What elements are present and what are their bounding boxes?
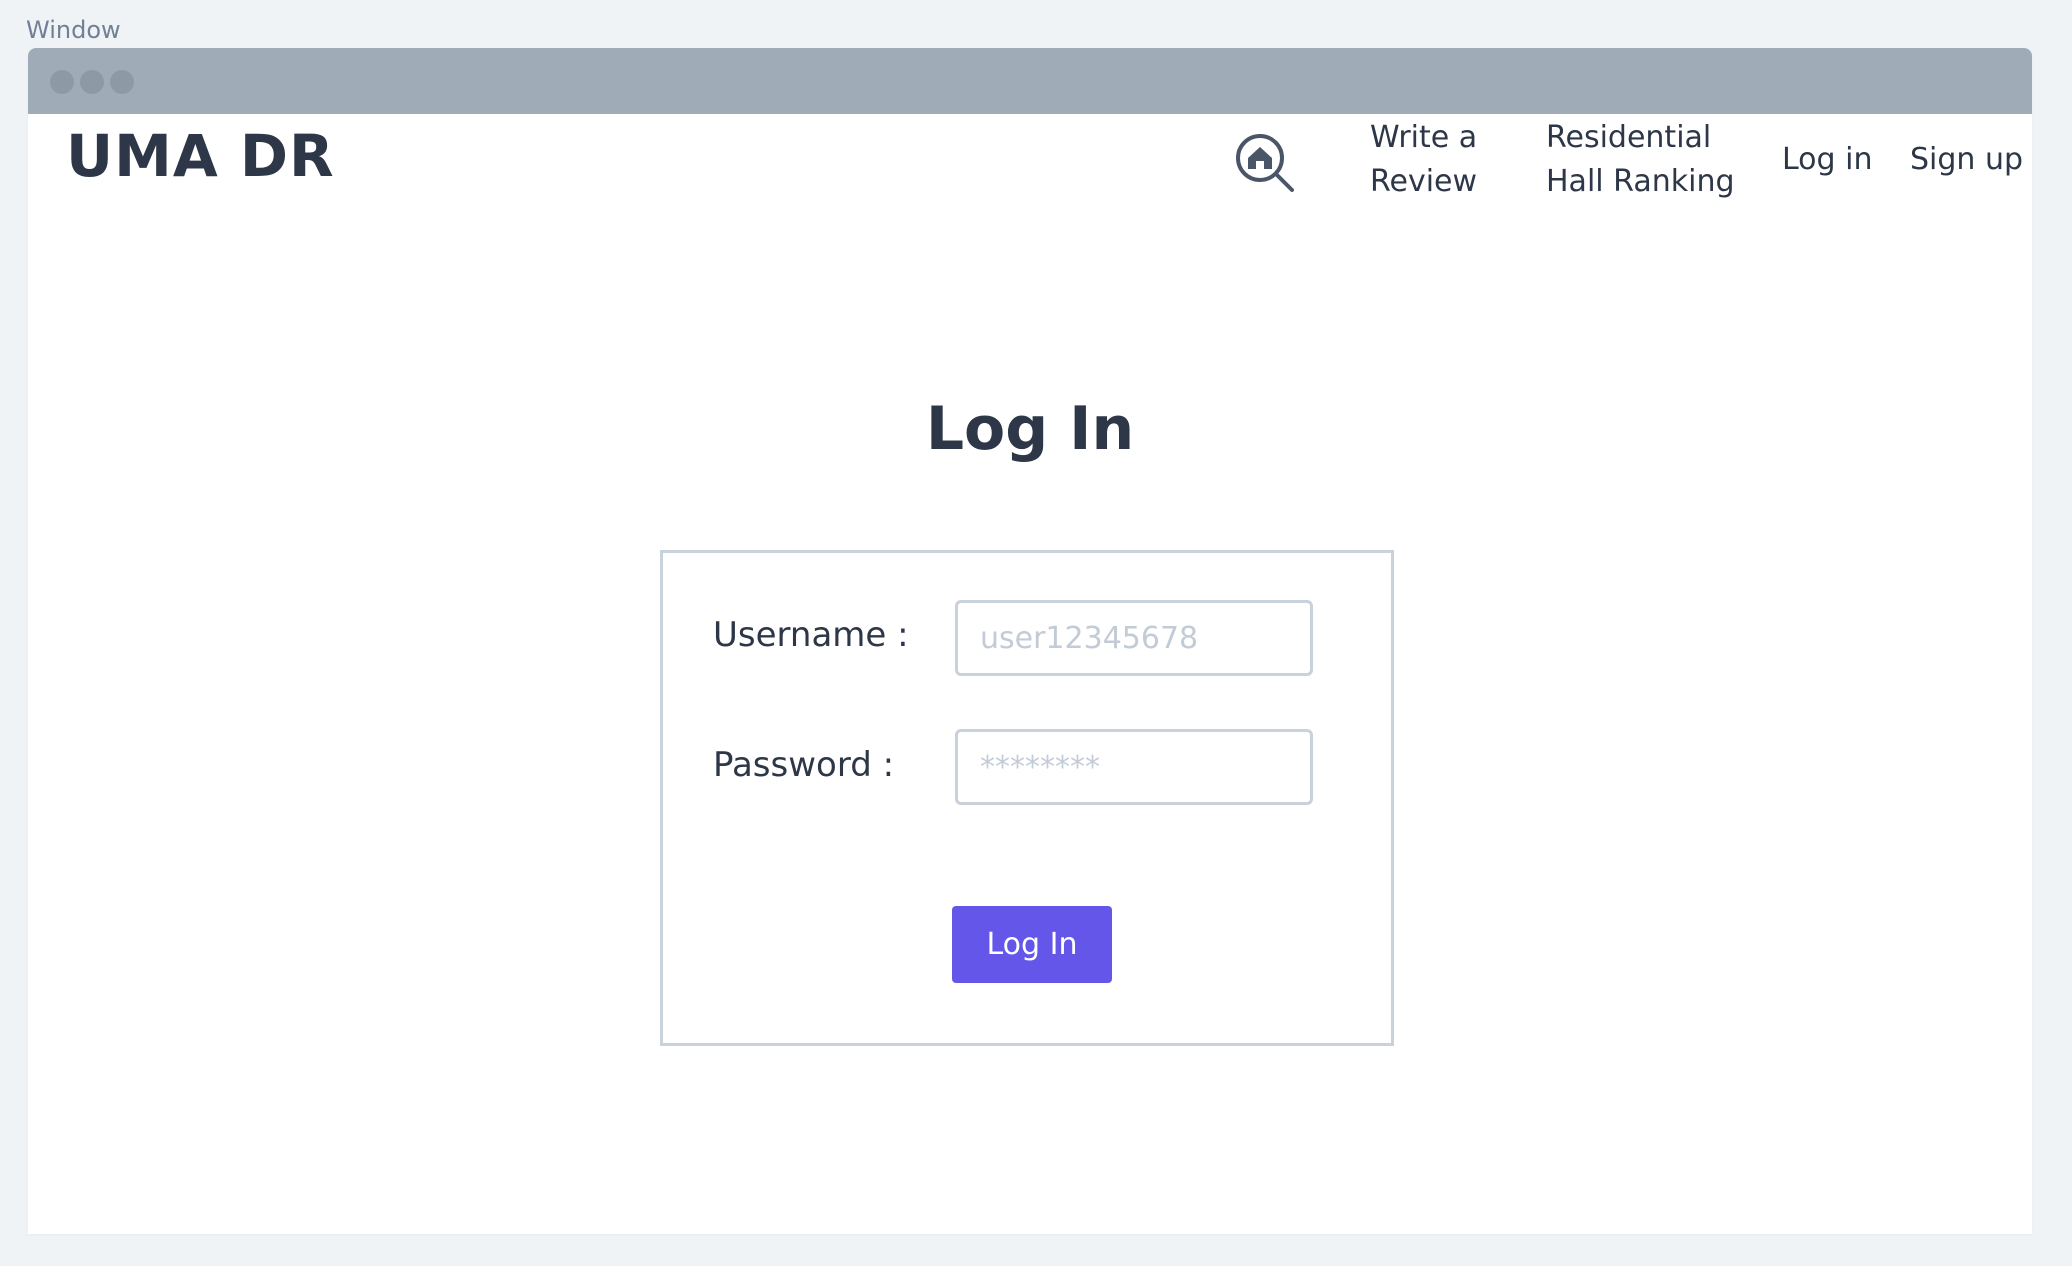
window-titlebar[interactable] (28, 48, 2032, 114)
browser-window: UMA DR Write a Review Residential Hall R… (28, 48, 2032, 1234)
window-control-maximize[interactable] (110, 70, 134, 94)
login-submit-button[interactable]: Log In (952, 906, 1112, 983)
window-control-close[interactable] (50, 70, 74, 94)
nav-signup[interactable]: Sign up (1910, 138, 2023, 182)
nav-write-review[interactable]: Write a Review (1370, 116, 1477, 204)
nav-login[interactable]: Log in (1782, 138, 1872, 182)
login-form: Username : Password : Log In (660, 550, 1394, 1046)
page-title: Log In (925, 394, 1135, 464)
window-caption: Window (26, 16, 121, 44)
username-input[interactable] (955, 600, 1313, 676)
password-input[interactable] (955, 729, 1313, 805)
window-control-minimize[interactable] (80, 70, 104, 94)
password-label: Password : (713, 745, 895, 785)
site-logo[interactable]: UMA DR (66, 122, 335, 192)
nav-hall-ranking[interactable]: Residential Hall Ranking (1546, 116, 1735, 204)
home-search-icon[interactable] (1230, 128, 1300, 198)
username-label: Username : (713, 615, 909, 655)
